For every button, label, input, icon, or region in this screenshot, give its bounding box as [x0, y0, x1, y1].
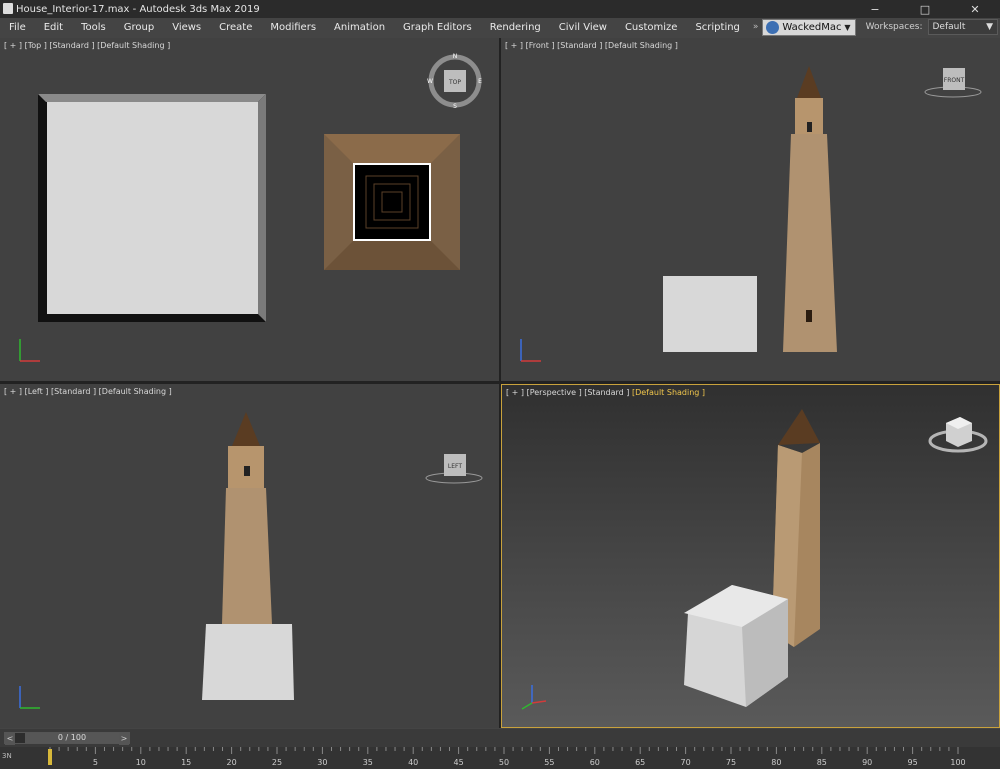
workspaces-label: Workspaces:: [865, 22, 923, 32]
left-view-scene: [202, 412, 294, 700]
viewcube-left[interactable]: LEFT: [424, 452, 484, 486]
track-tick-label: 25: [272, 758, 282, 767]
maximize-button[interactable]: □: [900, 0, 950, 18]
time-prev-button[interactable]: <: [5, 733, 15, 745]
track-tick-label: 30: [317, 758, 327, 767]
viewcube-front-label: FRONT: [944, 77, 965, 84]
track-tick-label: 5: [93, 758, 98, 767]
track-tick-label: 50: [499, 758, 509, 767]
viewport-front[interactable]: [ + ] [Front ] [Standard ] [Default Shad…: [501, 38, 1000, 381]
track-tick-label: 10: [136, 758, 146, 767]
menu-create[interactable]: Create: [210, 22, 261, 33]
time-slider-thumb[interactable]: 0 / 100: [25, 733, 119, 743]
viewport-area: [ + ] [Top ] [Standard ] [Default Shadin…: [0, 38, 1000, 728]
menu-bar: File Edit Tools Group Views Create Modif…: [0, 18, 1000, 36]
title-bar: House_Interior-17.max - Autodesk 3ds Max…: [0, 0, 1000, 18]
compass-n: N: [453, 53, 458, 60]
viewcube-perspective[interactable]: [926, 407, 990, 457]
menu-scripting[interactable]: Scripting: [686, 22, 748, 33]
user-icon: [766, 20, 780, 34]
menu-overflow-button[interactable]: »: [749, 22, 763, 32]
track-tick-label: 85: [817, 758, 827, 767]
time-next-button[interactable]: >: [119, 733, 129, 745]
user-name: WackedMac: [782, 21, 842, 33]
axis-tripod-top: [19, 339, 40, 362]
axis-tripod-perspective: [521, 685, 547, 710]
track-tick-label: 65: [635, 758, 645, 767]
current-frame-marker[interactable]: [48, 749, 52, 765]
menu-file[interactable]: File: [0, 22, 35, 33]
track-tick-label: 70: [681, 758, 691, 767]
compass-w: W: [427, 78, 433, 85]
viewcube-top[interactable]: TOP N E S W: [426, 52, 484, 110]
menu-group[interactable]: Group: [115, 22, 163, 33]
track-tick-label: 95: [908, 758, 918, 767]
menu-customize[interactable]: Customize: [616, 22, 687, 33]
viewport-left[interactable]: [ + ] [Left ] [Standard ] [Default Shadi…: [0, 384, 499, 728]
window-title: House_Interior-17.max - Autodesk 3ds Max…: [16, 3, 260, 15]
axis-tripod-front: [520, 339, 541, 362]
track-tick-label: 45: [454, 758, 464, 767]
axis-tripod-left: [19, 686, 40, 709]
track-tick-label: 55: [544, 758, 554, 767]
track-bar[interactable]: 3N 0510152025303540455055606570758085909…: [0, 747, 1000, 769]
app-icon[interactable]: [3, 3, 13, 14]
viewcube-front[interactable]: FRONT: [923, 66, 983, 100]
close-button[interactable]: ✕: [950, 0, 1000, 18]
viewcube-top-label: TOP: [448, 79, 461, 86]
track-tick-label: 40: [408, 758, 418, 767]
track-tick-label: 100: [950, 758, 965, 767]
viewport-perspective[interactable]: [ + ] [Perspective ] [Standard ] [Defaul…: [501, 384, 1000, 728]
menu-views[interactable]: Views: [163, 22, 210, 33]
menu-graph-editors[interactable]: Graph Editors: [394, 22, 481, 33]
time-slider[interactable]: < 0 / 100 >: [4, 732, 130, 745]
track-tick-label: 20: [227, 758, 237, 767]
track-tick-label: 15: [181, 758, 191, 767]
compass-e: E: [478, 78, 482, 85]
compass-s: S: [453, 103, 457, 110]
track-tick-label: 75: [726, 758, 736, 767]
minimize-button[interactable]: −: [850, 0, 900, 18]
track-tick-label: 90: [862, 758, 872, 767]
menu-edit[interactable]: Edit: [35, 22, 72, 33]
time-slider-bar: < 0 / 100 >: [0, 729, 1000, 747]
workspaces-select[interactable]: Default ▼: [927, 19, 998, 35]
track-tick-label: 60: [590, 758, 600, 767]
top-view-scene: [38, 94, 460, 322]
chevron-down-icon: ▼: [844, 22, 851, 32]
menu-tools[interactable]: Tools: [72, 22, 115, 33]
menu-animation[interactable]: Animation: [325, 22, 394, 33]
user-account-button[interactable]: WackedMac ▼: [762, 18, 856, 36]
chevron-down-icon: ▼: [986, 22, 993, 32]
track-tick-label: 80: [771, 758, 781, 767]
track-tick-label: 35: [363, 758, 373, 767]
menu-modifiers[interactable]: Modifiers: [261, 22, 325, 33]
workspace-value: Default: [932, 22, 966, 32]
viewcube-left-label: LEFT: [448, 463, 462, 470]
track-scale: 0510152025303540455055606570758085909510…: [47, 747, 966, 767]
viewport-top[interactable]: [ + ] [Top ] [Standard ] [Default Shadin…: [0, 38, 499, 381]
window-controls: − □ ✕: [850, 0, 1000, 18]
menu-rendering[interactable]: Rendering: [481, 22, 550, 33]
menu-civil-view[interactable]: Civil View: [550, 22, 616, 33]
